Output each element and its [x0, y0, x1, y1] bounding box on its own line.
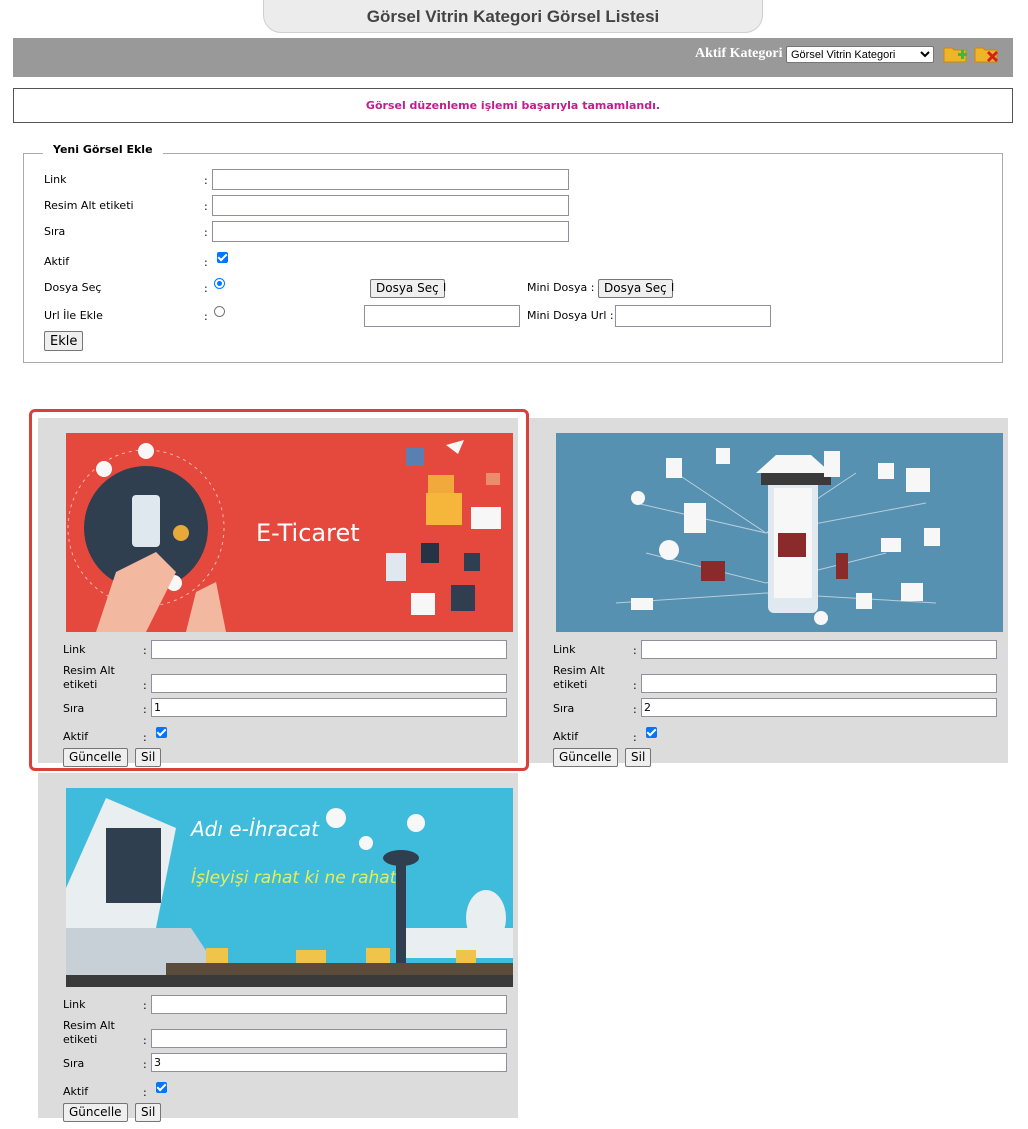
colon: : — [204, 226, 208, 239]
image-card: Link : Resim Altetiketi : Sıra : Aktif :… — [528, 418, 1008, 767]
link-label: Link — [44, 173, 67, 186]
colon: : — [633, 679, 637, 692]
banner-image: Adı e-İhracat İşleyişi rahat ki ne rahat — [66, 788, 513, 987]
image-card: Adı e-İhracat İşleyişi rahat ki ne rahat… — [38, 773, 518, 1122]
category-select[interactable]: Görsel Vitrin Kategori — [786, 46, 934, 63]
alt-label: Resim Alt etiketi — [553, 664, 605, 691]
colon: : — [633, 731, 637, 744]
update-button[interactable]: Güncelle — [63, 1103, 128, 1122]
banner-title: Adı e-İhracat — [189, 817, 320, 841]
alt-input[interactable] — [212, 195, 569, 216]
order-input[interactable] — [151, 1053, 507, 1072]
mini-file-input-status: I — [671, 281, 675, 294]
order-label: Sıra — [63, 1057, 85, 1070]
mini-file-label: Mini Dosya : — [527, 281, 595, 294]
mini-url-label: Mini Dosya Url : — [527, 309, 614, 322]
file-select-label: Dosya Seç — [44, 281, 102, 294]
active-checkbox[interactable] — [217, 252, 228, 263]
alt-label: Resim Alt etiketi — [63, 1019, 115, 1046]
active-label: Aktif — [553, 730, 579, 743]
colon: : — [143, 1058, 147, 1071]
alt-label: Resim Alt etiketi — [44, 199, 134, 212]
selection-highlight — [29, 409, 529, 771]
url-radio[interactable] — [214, 306, 225, 317]
mini-file-select-button[interactable]: Dosya Seç — [598, 279, 673, 298]
shopping-network-illustration — [615, 448, 940, 625]
link-input[interactable] — [151, 995, 507, 1014]
active-checkbox[interactable] — [156, 1082, 167, 1093]
file-radio[interactable] — [214, 278, 225, 289]
order-input[interactable] — [641, 698, 997, 717]
banner-subtitle: İşleyişi rahat ki ne rahat — [191, 867, 398, 888]
fieldset-legend: Yeni Görsel Ekle — [43, 143, 163, 156]
colon: : — [204, 256, 208, 269]
colon: : — [204, 282, 208, 295]
url-label: Url İle Ekle — [44, 309, 103, 322]
file-input-status: I — [443, 281, 447, 294]
success-message: Görsel düzenleme işlemi başarıyla tamaml… — [13, 88, 1013, 123]
add-button[interactable]: Ekle — [44, 331, 84, 351]
active-category-label: Aktif Kategori — [695, 46, 783, 61]
colon: : — [204, 310, 208, 323]
delete-button[interactable]: Sil — [135, 1103, 162, 1122]
alt-input[interactable] — [641, 674, 997, 693]
colon: : — [204, 174, 208, 187]
alt-input[interactable] — [151, 1029, 507, 1048]
colon: : — [204, 200, 208, 213]
update-button[interactable]: Güncelle — [553, 748, 618, 767]
colon: : — [633, 644, 637, 657]
colon: : — [143, 1034, 147, 1047]
colon: : — [143, 999, 147, 1012]
link-label: Link — [63, 998, 86, 1011]
link-input[interactable] — [212, 169, 569, 190]
colon: : — [143, 1086, 147, 1099]
category-toolbar: Aktif Kategori Görsel Vitrin Kategori — [13, 38, 1013, 77]
colon: : — [633, 703, 637, 716]
export-illustration: Adı e-İhracat İşleyişi rahat ki ne rahat — [66, 798, 513, 987]
mini-url-input[interactable] — [615, 305, 771, 327]
url-input[interactable] — [364, 305, 520, 327]
link-input[interactable] — [641, 640, 997, 659]
page-title: Görsel Vitrin Kategori Görsel Listesi — [263, 0, 763, 33]
order-label: Sıra — [44, 225, 66, 238]
delete-button[interactable]: Sil — [625, 748, 652, 767]
active-checkbox[interactable] — [646, 727, 657, 738]
file-select-button[interactable]: Dosya Seç — [370, 279, 445, 298]
folder-delete-icon[interactable] — [974, 44, 1000, 64]
active-label: Aktif — [63, 1085, 89, 1098]
link-label: Link — [553, 643, 576, 656]
folder-add-icon[interactable] — [943, 44, 969, 64]
active-label: Aktif — [44, 255, 70, 268]
order-label: Sıra — [553, 702, 575, 715]
order-input[interactable] — [212, 221, 569, 242]
banner-image — [556, 433, 1003, 632]
